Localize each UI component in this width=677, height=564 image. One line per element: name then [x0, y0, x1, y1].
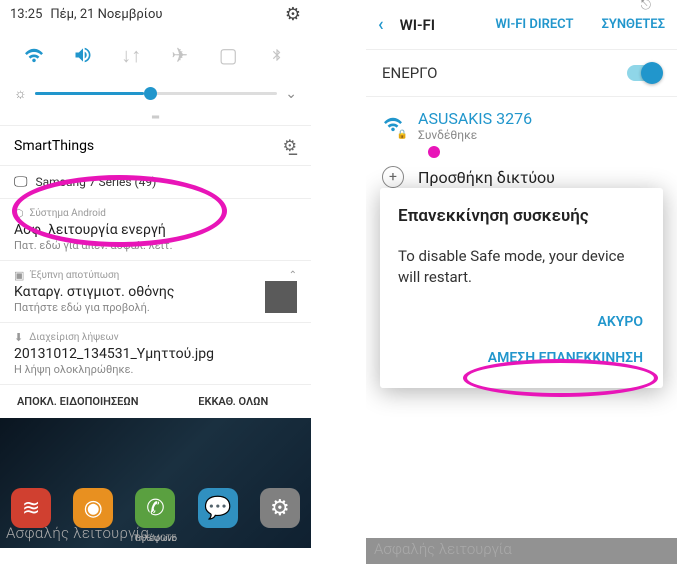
download-icon: ⬇: [14, 331, 23, 344]
bluetooth-toggle-icon[interactable]: [259, 37, 295, 73]
dock-phone-app[interactable]: ✆ Τηλέφωνο: [135, 488, 175, 528]
lock-icon: ⎋: [641, 0, 651, 13]
brightness-expand-icon[interactable]: ⌄: [285, 86, 297, 102]
data-toggle-icon[interactable]: ↓↑: [113, 37, 149, 73]
notification-safe-mode[interactable]: ⬡ Σύστημα Android Ασφ. λειτουργία ενεργή…: [0, 198, 311, 260]
android-icon: ⬡: [14, 207, 24, 220]
clear-all-button[interactable]: ΕΚΚΑΘ. ΟΛΩΝ: [156, 385, 312, 418]
dialog-cancel-button[interactable]: ΑΚΥΡΟ: [596, 310, 645, 334]
notification-screenshot[interactable]: ▣ Έξυπνη αποτύπωση ⌃ Καταργ. στιγμιοτ. ο…: [0, 260, 311, 322]
home-wallpaper: ≋ ◉ ✆ Τηλέφωνο 💬 ⚙ Ασφαλής λειτουργία CO…: [0, 418, 311, 548]
dialog-title: Επανεκκίνηση συσκευής: [398, 206, 645, 226]
restart-dialog: Επανεκκίνηση συσκευής To disable Safe mo…: [380, 188, 663, 388]
wifi-network-row[interactable]: 🔒 ASUSAKIS 3276 Συνδέθηκε: [366, 97, 677, 154]
wifi-enable-label: ΕΝΕΡΓΟ: [382, 64, 437, 82]
settings-icon[interactable]: ⚙: [285, 4, 301, 25]
dock-app-2[interactable]: ◉: [73, 488, 113, 528]
dialog-body: To disable Safe mode, your device will r…: [398, 246, 645, 288]
tv-icon: 🖵: [14, 174, 28, 190]
notif-app: Έξυπνη αποτύπωση: [30, 270, 119, 281]
screenshot-thumb: [265, 281, 297, 313]
block-notifications-button[interactable]: ΑΠΟΚΛ. ΕΙΔΟΠΟΙΗΣΕΩΝ: [0, 385, 156, 418]
notification-actions: ΑΠΟΚΛ. ΕΙΔΟΠΟΙΗΣΕΩΝ ΕΚΚΑΘ. ΟΛΩΝ: [0, 384, 311, 418]
sound-toggle-icon[interactable]: [65, 37, 101, 73]
wifi-toggle-icon[interactable]: [16, 37, 52, 73]
brightness-row: ☼ ⌄: [0, 81, 311, 110]
wifi-header: ‹ WI-FI WI-FI DIRECT ΣΥΝΘΕΤΕΣ: [366, 0, 677, 49]
network-name: ASUSAKIS 3276: [418, 109, 532, 128]
notif-app: Σύστημα Android: [30, 208, 106, 219]
carrier-label: COSMOTE: [135, 534, 177, 544]
wifi-direct-button[interactable]: WI-FI DIRECT: [495, 17, 573, 32]
wifi-title: WI-FI: [400, 16, 436, 34]
wifi-enable-row: ΕΝΕΡΓΟ ⎋: [366, 49, 677, 97]
brightness-icon: ☼: [14, 85, 27, 102]
screen-toggle-icon[interactable]: ▢: [210, 37, 246, 73]
quick-toggles: ↓↑ ✈ ▢: [0, 29, 311, 81]
dialog-restart-button[interactable]: ΑΜΕΣΗ ΕΠΑΝΕΚΚΙΝΗΣΗ: [486, 346, 645, 370]
notif-app: Διαχείριση λήψεων: [29, 332, 118, 343]
notif-title: 20131012_134531_Υμηττού.jpg: [14, 346, 297, 362]
left-phone: 13:25 Πέμ, 21 Νοεμβρίου ⚙ ↓↑ ✈ ▢ ☼ ⌄ ═ S…: [0, 0, 311, 564]
dock-app-5[interactable]: ⚙: [260, 488, 300, 528]
status-time: 13:25: [10, 7, 42, 22]
notif-subtitle: Πατήστε εδώ για προβολή.: [14, 301, 297, 314]
smartthings-settings-icon[interactable]: ⚙̲: [283, 136, 297, 155]
safe-mode-watermark: Ασφαλής λειτουργία: [6, 524, 149, 542]
back-icon[interactable]: ‹: [378, 14, 384, 35]
brightness-slider[interactable]: [35, 92, 277, 95]
add-network-label: Προσθήκη δικτύου: [418, 168, 555, 187]
dock-app-1[interactable]: ≋: [11, 488, 51, 528]
media-device-row[interactable]: 🖵 Samsung 7 Series (49): [0, 165, 311, 198]
panel-handle-icon[interactable]: ═: [0, 110, 311, 126]
notif-title: Ασφ. λειτουργία ενεργή: [14, 222, 297, 238]
notif-subtitle: Πατ. εδώ για απεν. ασφαλ. λειτ.: [14, 239, 297, 252]
wifi-lock-icon: 🔒: [397, 130, 408, 140]
notification-download[interactable]: ⬇ Διαχείριση λήψεων 20131012_134531_Υμητ…: [0, 322, 311, 384]
smartthings-label: SmartThings: [14, 138, 94, 154]
status-date: Πέμ, 21 Νοεμβρίου: [50, 7, 162, 22]
smartthings-row[interactable]: SmartThings ⚙̲: [0, 126, 311, 165]
network-status: Συνδέθηκε: [418, 128, 532, 142]
wifi-toggle-switch[interactable]: [627, 65, 661, 81]
plus-icon: +: [382, 166, 404, 188]
notif-title: Καταργ. στιγμιοτ. οθόνης: [14, 284, 297, 300]
notif-subtitle: Η λήψη ολοκληρώθηκε.: [14, 363, 297, 376]
wifi-advanced-button[interactable]: ΣΥΝΘΕΤΕΣ: [601, 17, 665, 32]
airplane-toggle-icon[interactable]: ✈: [162, 37, 198, 73]
wifi-signal-icon: 🔒: [382, 114, 404, 138]
status-bar: 13:25 Πέμ, 21 Νοεμβρίου ⚙: [0, 0, 311, 29]
annotation-dot: [428, 146, 440, 158]
capture-icon: ▣: [14, 269, 24, 282]
dock-app-4[interactable]: 💬: [198, 488, 238, 528]
media-device-label: Samsung 7 Series (49): [36, 175, 157, 189]
safe-mode-watermark: Ασφαλής λειτουργία: [374, 540, 512, 558]
right-phone: ‹ WI-FI WI-FI DIRECT ΣΥΝΘΕΤΕΣ ΕΝΕΡΓΟ ⎋ 🔒…: [366, 0, 677, 564]
